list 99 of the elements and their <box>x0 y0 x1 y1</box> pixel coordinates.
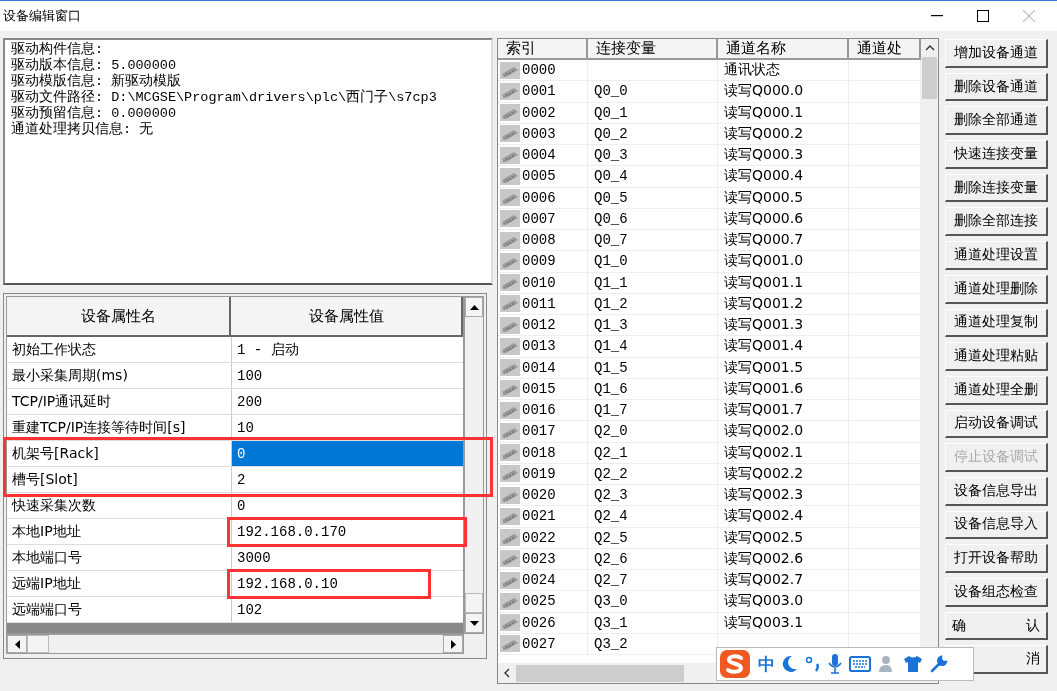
table-cell: Q2_2 <box>594 465 628 482</box>
table-cell: Q2_3 <box>594 487 628 504</box>
channel-index: 0011 <box>522 295 556 312</box>
table-cell: Q2_1 <box>594 444 628 461</box>
table-cell: 读写Q001.4 <box>724 337 804 356</box>
info-line: 驱动构件信息: <box>11 42 105 57</box>
table-cell: 读写Q000.1 <box>724 103 804 122</box>
channel-index: 0008 <box>522 232 556 249</box>
channel-index: 0023 <box>522 550 556 567</box>
channel-index: 0009 <box>522 253 556 270</box>
table-cell: Q3_0 <box>594 593 628 610</box>
table-cell: 读写Q002.6 <box>724 549 804 568</box>
table-cell: 读写Q002.5 <box>724 528 804 547</box>
table-cell: Q2_6 <box>594 550 628 567</box>
table-cell: 读写Q002.1 <box>724 443 804 462</box>
channel-index: 0012 <box>522 317 556 334</box>
table-cell: 读写Q003.0 <box>724 592 804 611</box>
channel-index: 0027 <box>522 635 556 652</box>
table-cell: Q2_7 <box>594 572 628 589</box>
table-cell: 读写Q000.2 <box>724 124 804 143</box>
table-cell: 读写Q002.2 <box>724 464 804 483</box>
table-cell: Q1_7 <box>594 402 628 419</box>
property-name: 远端端口号 <box>7 597 232 622</box>
table-cell: Q0_2 <box>594 125 628 142</box>
table-cell: Q1_2 <box>594 295 628 312</box>
property-name: 初始工作状态 <box>7 337 232 362</box>
property-name: 本地端口号 <box>7 545 232 570</box>
table-cell: Q3_2 <box>594 635 628 652</box>
channel-index: 0004 <box>522 147 556 164</box>
channel-index: 0019 <box>522 465 556 482</box>
table-cell: 读写Q000.3 <box>724 146 804 165</box>
info-line: 驱动预留信息: 0.000000 <box>11 106 177 121</box>
table-cell: 读写Q002.0 <box>724 422 804 441</box>
property-name: 槽号[Slot] <box>7 467 232 492</box>
table-cell: 读写Q001.2 <box>724 294 804 313</box>
table-cell: Q0_1 <box>594 104 628 121</box>
table-cell: Q1_6 <box>594 380 628 397</box>
property-name: TCP/IP通讯延时 <box>7 389 232 414</box>
channel-index: 0005 <box>522 168 556 185</box>
table-cell: 读写Q000.6 <box>724 209 804 228</box>
table-cell: 通讯状态 <box>724 61 780 80</box>
channel-index: 0014 <box>522 359 556 376</box>
table-cell: Q3_1 <box>594 614 628 631</box>
channel-index: 0013 <box>522 338 556 355</box>
table-cell: 读写Q001.5 <box>724 358 804 377</box>
table-cell: Q1_0 <box>594 253 628 270</box>
channel-index: 0018 <box>522 444 556 461</box>
table-cell: 读写Q001.1 <box>724 273 804 292</box>
channel-index: 0006 <box>522 189 556 206</box>
info-line: 驱动文件路径: D:\MCGSE\Program\drivers\plc\西门子\s7cp3 <box>11 90 438 105</box>
channel-index: 0015 <box>522 380 556 397</box>
window-title: 设备编辑窗口 <box>3 7 81 25</box>
table-cell: Q0_3 <box>594 147 628 164</box>
table-cell: 读写Q001.3 <box>724 316 804 335</box>
channel-index: 0002 <box>522 104 556 121</box>
table-cell: Q2_4 <box>594 508 628 525</box>
table-cell: Q1_4 <box>594 338 628 355</box>
property-name: 远端IP地址 <box>7 571 232 596</box>
table-cell: Q0_0 <box>594 83 628 100</box>
info-line: 通道处理拷贝信息: 无 <box>11 122 155 138</box>
channel-index: 0024 <box>522 572 556 589</box>
table-cell: Q0_4 <box>594 168 628 185</box>
table-cell: 读写Q001.6 <box>724 379 804 398</box>
table-cell: 读写Q002.3 <box>724 486 804 505</box>
table-cell: 读写Q001.7 <box>724 401 804 420</box>
table-cell: Q1_1 <box>594 274 628 291</box>
table-cell: 读写Q002.4 <box>724 507 804 526</box>
property-name: 重建TCP/IP连接等待时间[s] <box>7 415 232 440</box>
table-cell: 读写Q000.4 <box>724 167 804 186</box>
table-cell: 读写Q000.7 <box>724 231 804 250</box>
channel-index: 0025 <box>522 593 556 610</box>
table-cell: 读写Q000.5 <box>724 188 804 207</box>
table-cell: Q2_5 <box>594 529 628 546</box>
table-cell: Q0_6 <box>594 210 628 227</box>
table-cell: 读写Q001.0 <box>724 252 804 271</box>
channel-index: 0000 <box>522 62 556 79</box>
channel-index: 0016 <box>522 402 556 419</box>
channel-index: 0003 <box>522 125 556 142</box>
channel-index: 0021 <box>522 508 556 525</box>
table-cell: 读写Q002.7 <box>724 571 804 590</box>
channel-index: 0022 <box>522 529 556 546</box>
channel-index: 0026 <box>522 614 556 631</box>
channel-index: 0010 <box>522 274 556 291</box>
table-cell: Q2_0 <box>594 423 628 440</box>
info-line: 驱动版本信息: 5.000000 <box>11 58 177 73</box>
table-cell: Q1_3 <box>594 317 628 334</box>
channel-index: 0007 <box>522 210 556 227</box>
table-cell: Q0_7 <box>594 232 628 249</box>
table-cell: 读写Q003.1 <box>724 613 804 632</box>
table-cell: Q1_5 <box>594 359 628 376</box>
channel-index: 0020 <box>522 487 556 504</box>
property-name: 本地IP地址 <box>7 519 232 544</box>
channel-index: 0017 <box>522 423 556 440</box>
channel-index: 0001 <box>522 83 556 100</box>
info-line: 驱动模版信息: 新驱动模版 <box>11 74 183 89</box>
table-cell: 读写Q000.0 <box>724 82 804 101</box>
property-name: 快速采集次数 <box>7 493 232 518</box>
table-cell: Q0_5 <box>594 189 628 206</box>
property-name: 最小采集周期(ms) <box>7 363 232 388</box>
